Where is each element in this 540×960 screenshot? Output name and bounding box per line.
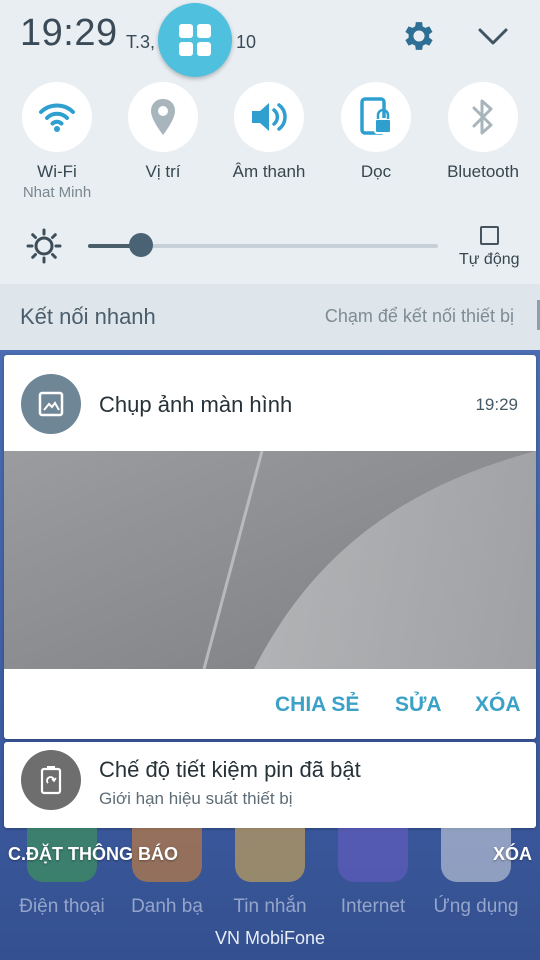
notification-subtitle: Giới hạn hiệu suất thiết bị	[99, 789, 293, 808]
settings-gear-icon[interactable]	[400, 17, 438, 55]
edit-button[interactable]: SỬA	[395, 693, 442, 717]
dock-app-contacts[interactable]: Danh bạ	[115, 828, 219, 928]
share-button[interactable]: CHIA SẺ	[275, 693, 359, 717]
toggle-circle	[22, 82, 92, 152]
screenshot-notification[interactable]: Chụp ảnh màn hình 19:29 CHIA SẺ SỬA XÓA	[4, 355, 536, 739]
sound-icon	[252, 103, 287, 131]
dock-app-label: Danh bạ	[131, 896, 203, 917]
toggle-label: Âm thanh	[232, 162, 306, 181]
delete-button[interactable]: XÓA	[475, 693, 521, 717]
notification-actions: CHIA SẺ SỬA XÓA	[4, 669, 536, 739]
internet-app-icon	[338, 828, 408, 882]
bluetooth-icon	[472, 99, 493, 135]
rotation-lock-icon	[360, 97, 392, 135]
chevron-down-icon[interactable]	[474, 20, 512, 54]
date-right: 10	[236, 32, 257, 52]
toggle-circle	[234, 82, 304, 152]
auto-brightness-label: Tự động	[459, 251, 520, 268]
auto-brightness-checkbox[interactable]	[480, 226, 499, 245]
toggle-label: Bluetooth	[447, 162, 519, 181]
battery-saver-icon	[40, 766, 62, 795]
clock: 19:29	[20, 12, 118, 54]
notification-icon-circle	[21, 750, 81, 810]
dock-app-label: Tin nhắn	[233, 896, 307, 917]
notification-header: Chụp ảnh màn hình 19:29	[4, 355, 536, 451]
toggle-circle	[128, 82, 198, 152]
toggle-sublabel: Nhat Minh	[22, 184, 92, 201]
quick-connect-title: Kết nối nhanh	[20, 304, 156, 329]
toggle-label: Wi-Fi	[37, 162, 77, 181]
notification-time: 19:29	[475, 395, 518, 414]
grid-icon	[179, 24, 211, 56]
dock-app-messages[interactable]: Tin nhắn	[218, 828, 322, 928]
notification-title: Chế độ tiết kiệm pin đã bật	[99, 757, 361, 782]
toggle-bluetooth[interactable]: Bluetooth	[428, 82, 538, 202]
dock-app-label: Internet	[340, 896, 406, 917]
toggle-circle	[448, 82, 518, 152]
brightness-sun-icon	[26, 228, 62, 264]
clear-notifications-button[interactable]: XÓA	[493, 844, 532, 865]
date-left: T.3,	[126, 32, 156, 52]
dock-app-phone[interactable]: Điện thoại	[10, 828, 114, 928]
toggle-label: Vị trí	[145, 162, 181, 181]
toggle-rotation[interactable]: Dọc	[321, 82, 431, 202]
toggle-sound[interactable]: Âm thanh	[214, 82, 324, 202]
dock-app-label: Điện thoại	[19, 896, 105, 917]
brightness-row: Tự động	[0, 220, 540, 280]
toggle-location[interactable]: Vị trí	[108, 82, 218, 202]
dock-app-label: Ứng dụng	[433, 896, 519, 917]
notification-settings-button[interactable]: C.ĐẶT THÔNG BÁO	[8, 844, 178, 865]
notification-icon-circle	[21, 374, 81, 434]
messages-app-icon	[235, 828, 305, 882]
toggle-label: Dọc	[360, 162, 392, 181]
preview-wallpaper	[4, 451, 536, 669]
quick-connect-bar[interactable]: Kết nối nhanh Chạm để kết nối thiết bị	[0, 284, 540, 350]
location-icon	[151, 99, 175, 135]
quick-settings-grid-button[interactable]	[158, 3, 232, 77]
quick-connect-hint: Chạm để kết nối thiết bị	[324, 306, 514, 326]
image-icon	[38, 391, 64, 417]
carrier-label: VN MobiFone	[214, 928, 326, 948]
wifi-icon	[39, 103, 75, 132]
battery-saver-notification[interactable]: Chế độ tiết kiệm pin đã bật Giới hạn hiệ…	[4, 742, 536, 828]
toggle-wifi[interactable]: Wi-Fi Nhat Minh	[2, 82, 112, 202]
dock-app-apps[interactable]: Ứng dụng	[424, 828, 528, 928]
toggle-circle	[341, 82, 411, 152]
dock-app-internet[interactable]: Internet	[321, 828, 425, 928]
brightness-slider-thumb[interactable]	[128, 233, 153, 257]
notification-title: Chụp ảnh màn hình	[99, 392, 293, 417]
status-row: 19:29 T.3, 10	[0, 0, 540, 77]
screenshot-preview-image[interactable]	[4, 451, 536, 669]
quick-panel: 19:29 T.3, 10 Wi-Fi Nhat Minh Vị trí Âm …	[0, 0, 540, 350]
